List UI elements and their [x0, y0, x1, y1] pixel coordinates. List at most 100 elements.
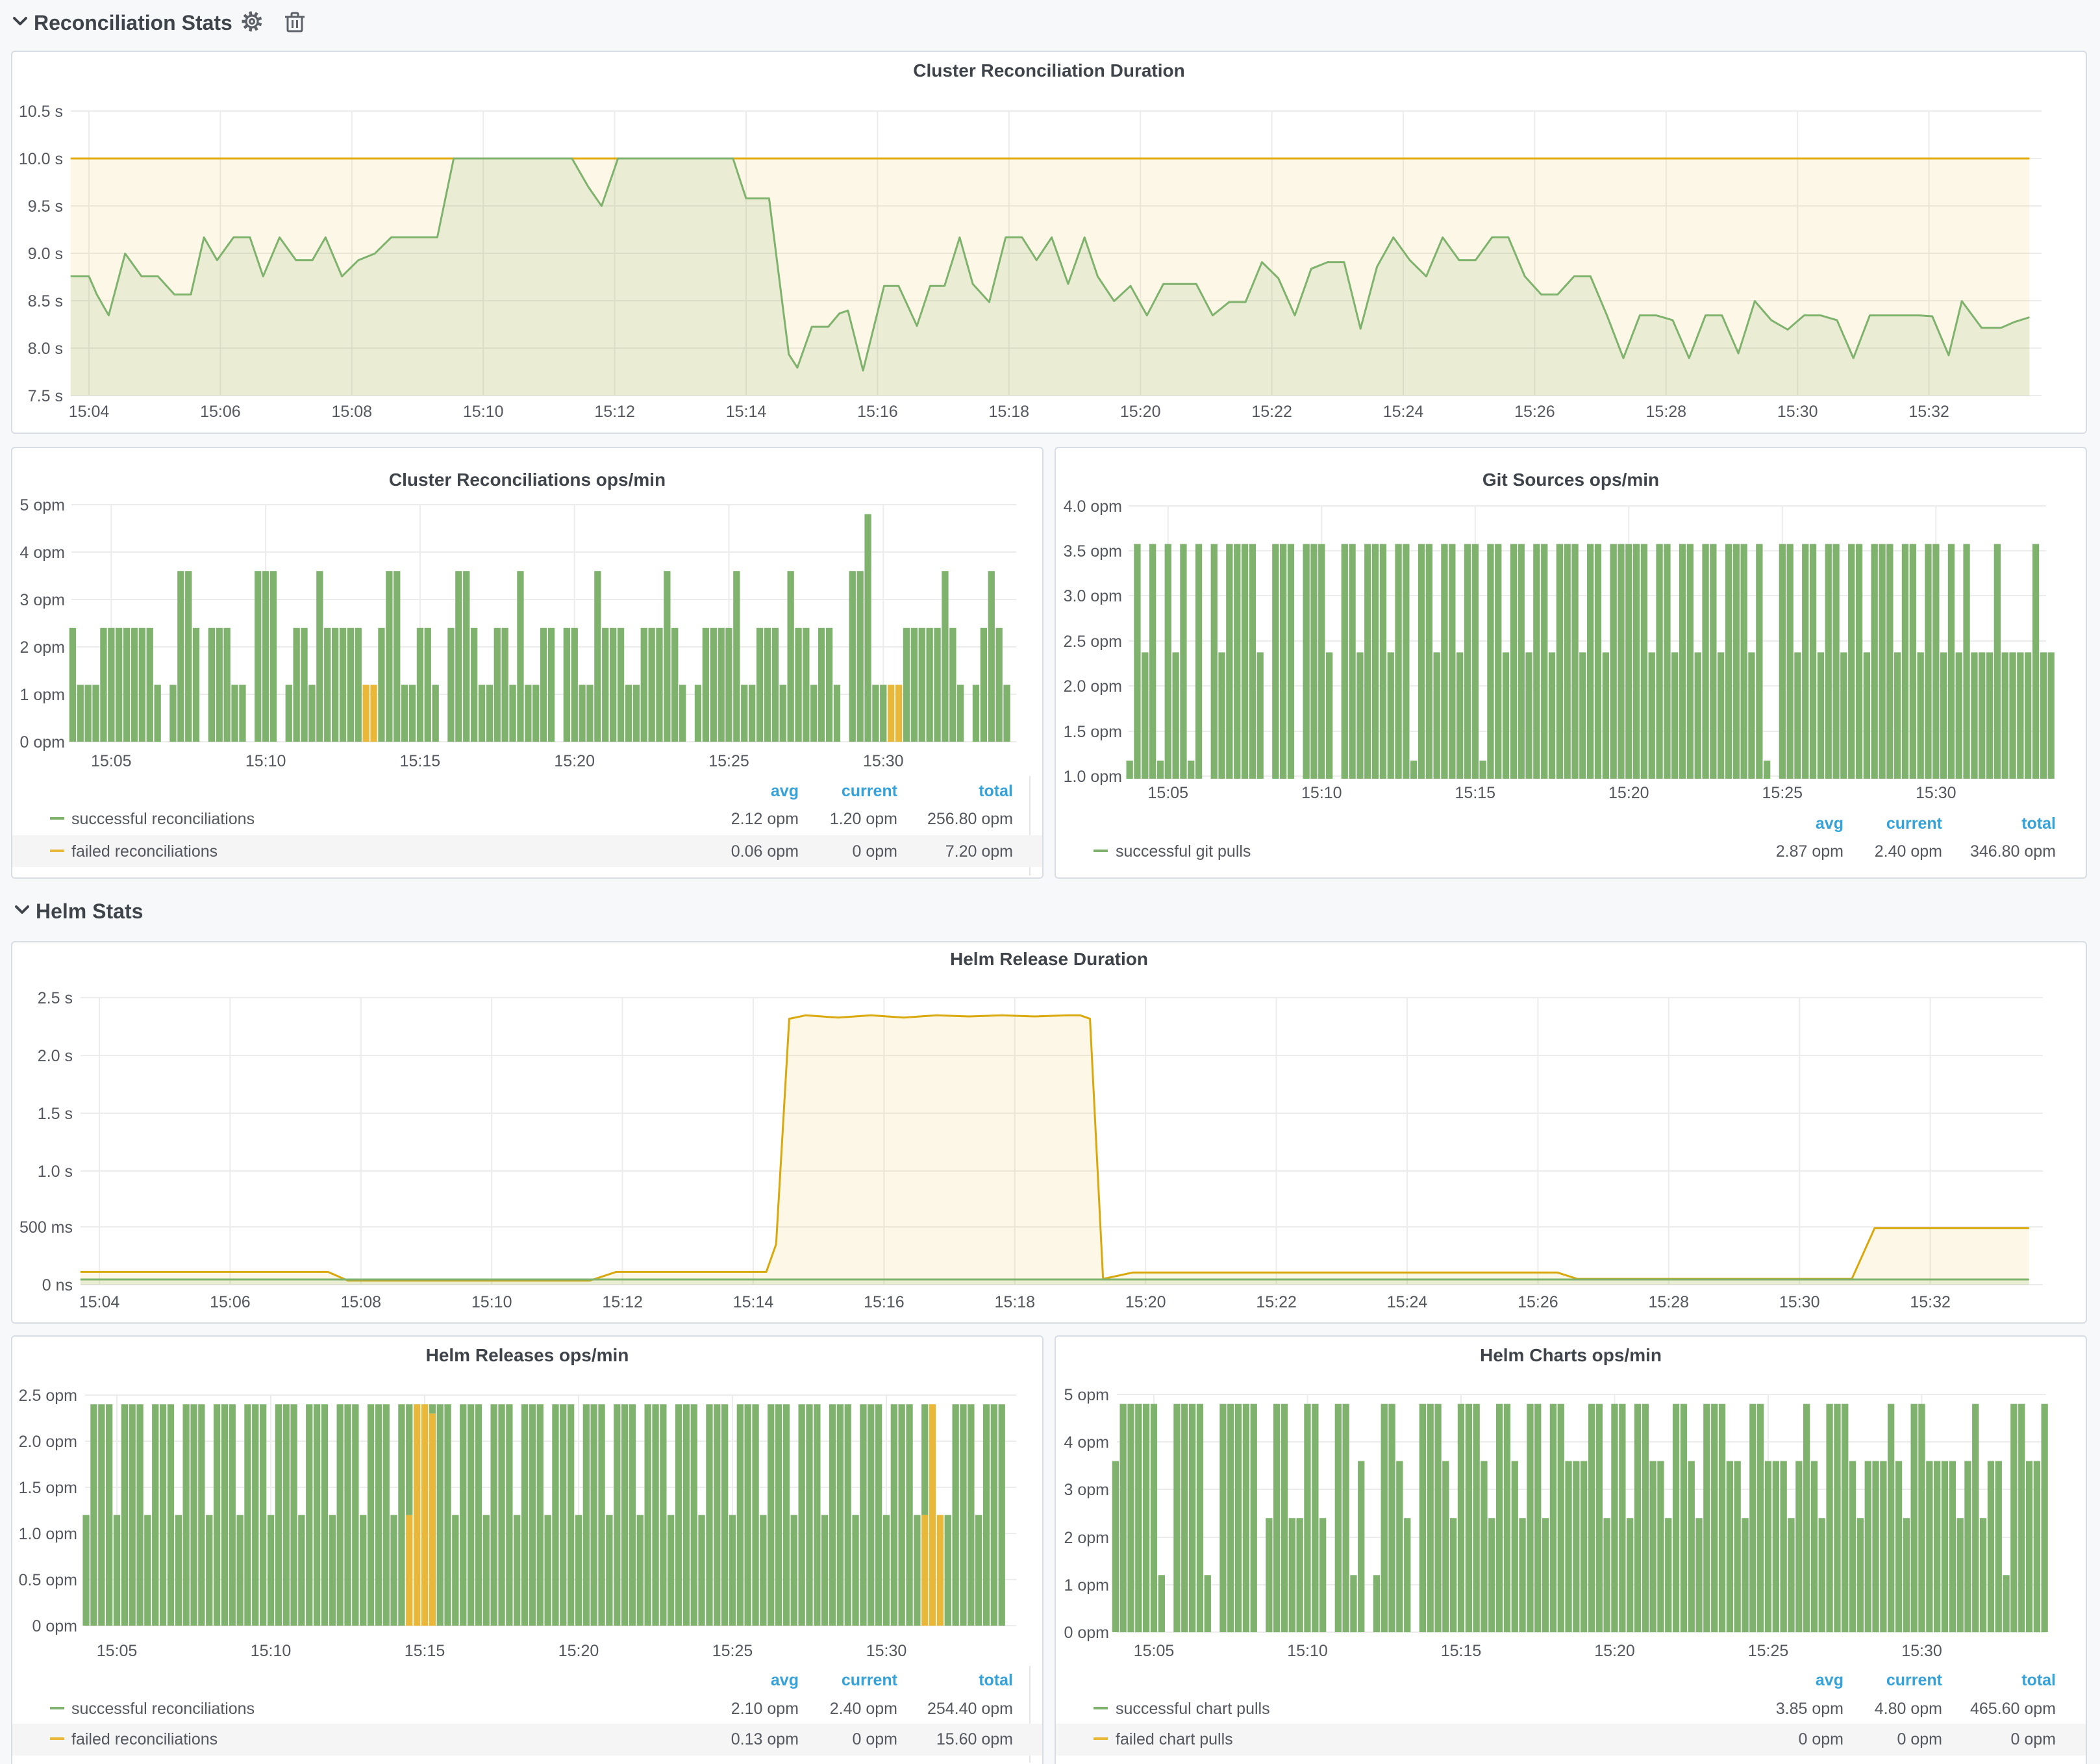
svg-text:15:25: 15:25 — [708, 752, 749, 770]
svg-text:avg: avg — [1816, 1671, 1844, 1689]
svg-text:0 opm: 0 opm — [2011, 1730, 2056, 1748]
svg-text:4.80 opm: 4.80 opm — [1875, 1700, 1942, 1718]
svg-text:total: total — [979, 782, 1013, 800]
svg-text:15:18: 15:18 — [995, 1293, 1036, 1311]
svg-text:15:24: 15:24 — [1387, 1293, 1428, 1311]
svg-text:0 ns: 0 ns — [42, 1276, 73, 1294]
svg-text:2.5 s: 2.5 s — [38, 989, 73, 1007]
svg-text:15:32: 15:32 — [1908, 403, 1949, 421]
svg-text:15:32: 15:32 — [1910, 1293, 1951, 1311]
svg-text:4.0 opm: 4.0 opm — [1064, 498, 1122, 516]
svg-text:successful git pulls: successful git pulls — [1116, 842, 1251, 861]
svg-text:500 ms: 500 ms — [19, 1218, 73, 1237]
svg-text:10.0 s: 10.0 s — [19, 150, 63, 168]
svg-text:15:20: 15:20 — [1594, 1642, 1635, 1660]
svg-text:254.40 opm: 254.40 opm — [927, 1700, 1013, 1718]
svg-text:15:16: 15:16 — [857, 403, 898, 421]
svg-text:4 opm: 4 opm — [20, 544, 65, 562]
svg-text:15.60 opm: 15.60 opm — [936, 1730, 1013, 1748]
svg-text:15:30: 15:30 — [1916, 784, 1956, 802]
svg-text:1 opm: 1 opm — [20, 686, 65, 704]
svg-text:5 opm: 5 opm — [20, 496, 65, 514]
svg-text:9.5 s: 9.5 s — [28, 197, 63, 216]
svg-text:15:20: 15:20 — [1608, 784, 1649, 802]
svg-text:total: total — [2021, 814, 2056, 833]
svg-text:15:05: 15:05 — [97, 1642, 138, 1660]
svg-text:4 opm: 4 opm — [1064, 1433, 1109, 1452]
svg-text:15:10: 15:10 — [463, 403, 504, 421]
svg-text:15:25: 15:25 — [712, 1642, 753, 1660]
svg-text:successful reconciliations: successful reconciliations — [71, 810, 255, 828]
svg-text:10.5 s: 10.5 s — [19, 103, 63, 121]
svg-text:current: current — [1886, 814, 1943, 833]
svg-text:15:28: 15:28 — [1646, 403, 1687, 421]
svg-text:3.5 opm: 3.5 opm — [1064, 542, 1122, 561]
svg-text:465.60 opm: 465.60 opm — [1970, 1700, 2056, 1718]
svg-text:successful reconciliations: successful reconciliations — [71, 1700, 255, 1718]
svg-text:failed reconciliations: failed reconciliations — [71, 1730, 218, 1748]
svg-text:15:22: 15:22 — [1251, 403, 1292, 421]
svg-text:15:05: 15:05 — [1134, 1642, 1175, 1660]
svg-text:9.0 s: 9.0 s — [28, 245, 63, 263]
svg-text:15:28: 15:28 — [1649, 1293, 1690, 1311]
svg-text:15:18: 15:18 — [989, 403, 1030, 421]
svg-text:15:15: 15:15 — [400, 752, 441, 770]
svg-text:15:25: 15:25 — [1762, 784, 1803, 802]
svg-text:2.0 opm: 2.0 opm — [1064, 677, 1122, 696]
svg-text:15:10: 15:10 — [1287, 1642, 1328, 1660]
svg-text:15:20: 15:20 — [558, 1642, 599, 1660]
svg-text:15:25: 15:25 — [1748, 1642, 1789, 1660]
svg-text:15:10: 15:10 — [1301, 784, 1342, 802]
svg-text:0.13 opm: 0.13 opm — [731, 1730, 799, 1748]
svg-text:15:06: 15:06 — [210, 1293, 251, 1311]
svg-text:0 opm: 0 opm — [1897, 1730, 1942, 1748]
svg-text:15:30: 15:30 — [1779, 1293, 1820, 1311]
svg-text:15:14: 15:14 — [726, 403, 767, 421]
svg-text:Helm Release Duration: Helm Release Duration — [950, 949, 1148, 969]
svg-text:current: current — [842, 1671, 898, 1689]
svg-text:2 opm: 2 opm — [1064, 1529, 1109, 1547]
svg-text:15:08: 15:08 — [332, 403, 373, 421]
svg-text:3 opm: 3 opm — [20, 591, 65, 609]
svg-text:Helm Releases ops/min: Helm Releases ops/min — [426, 1345, 629, 1365]
svg-text:15:08: 15:08 — [341, 1293, 382, 1311]
svg-text:8.5 s: 8.5 s — [28, 292, 63, 310]
svg-text:1.20 opm: 1.20 opm — [830, 810, 897, 828]
svg-text:total: total — [979, 1671, 1013, 1689]
svg-text:0 opm: 0 opm — [32, 1617, 77, 1635]
svg-text:2.12 opm: 2.12 opm — [731, 810, 799, 828]
svg-text:3.85 opm: 3.85 opm — [1776, 1700, 1844, 1718]
svg-text:2.5 opm: 2.5 opm — [19, 1387, 77, 1405]
svg-text:0 opm: 0 opm — [1799, 1730, 1844, 1748]
svg-text:0.5 opm: 0.5 opm — [19, 1571, 77, 1589]
svg-text:2.0 opm: 2.0 opm — [19, 1433, 77, 1451]
svg-text:15:30: 15:30 — [1901, 1642, 1942, 1660]
svg-text:failed chart pulls: failed chart pulls — [1116, 1730, 1233, 1748]
svg-text:1.5 opm: 1.5 opm — [19, 1479, 77, 1497]
svg-text:15:20: 15:20 — [1125, 1293, 1166, 1311]
svg-text:current: current — [1886, 1671, 1943, 1689]
svg-text:15:20: 15:20 — [1120, 403, 1161, 421]
svg-text:0 opm: 0 opm — [853, 1730, 897, 1748]
svg-text:346.80 opm: 346.80 opm — [1970, 842, 2056, 861]
svg-text:256.80 opm: 256.80 opm — [927, 810, 1013, 828]
svg-text:8.0 s: 8.0 s — [28, 340, 63, 358]
svg-text:avg: avg — [771, 1671, 799, 1689]
svg-text:2.40 opm: 2.40 opm — [830, 1700, 897, 1718]
svg-text:Git Sources ops/min: Git Sources ops/min — [1482, 470, 1659, 490]
svg-text:15:26: 15:26 — [1518, 1293, 1558, 1311]
svg-text:1.0 opm: 1.0 opm — [1064, 768, 1122, 786]
svg-text:15:04: 15:04 — [79, 1293, 120, 1311]
svg-text:avg: avg — [771, 782, 799, 800]
svg-text:15:14: 15:14 — [733, 1293, 774, 1311]
svg-text:2 opm: 2 opm — [20, 638, 65, 657]
svg-text:15:30: 15:30 — [1777, 403, 1818, 421]
svg-text:0 opm: 0 opm — [20, 733, 65, 751]
svg-text:15:30: 15:30 — [866, 1642, 907, 1660]
svg-text:15:12: 15:12 — [594, 403, 635, 421]
svg-text:successful chart pulls: successful chart pulls — [1116, 1700, 1270, 1718]
svg-text:2.5 opm: 2.5 opm — [1064, 633, 1122, 651]
svg-text:5 opm: 5 opm — [1064, 1386, 1109, 1404]
svg-text:7.5 s: 7.5 s — [28, 387, 63, 405]
svg-text:2.40 opm: 2.40 opm — [1875, 842, 1942, 861]
